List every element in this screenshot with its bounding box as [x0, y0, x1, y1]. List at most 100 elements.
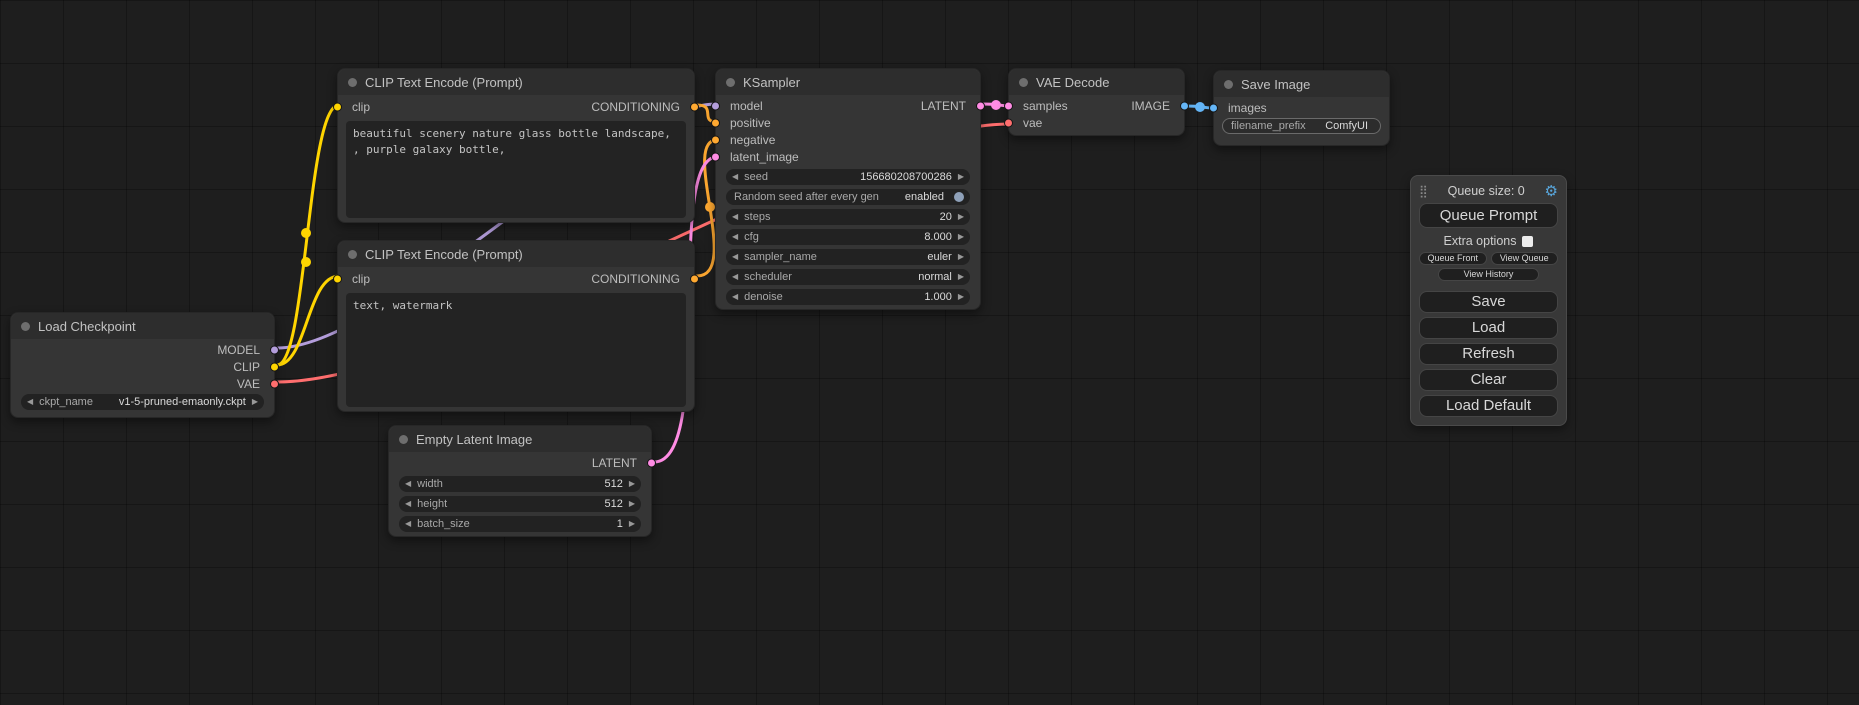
node-graph-canvas[interactable]: Load Checkpoint MODEL CLIP VAE ◀ ckpt_na…: [0, 0, 1859, 705]
save-button[interactable]: Save: [1419, 291, 1558, 313]
node-empty-latent-image[interactable]: Empty Latent Image LATENT ◀ width 512 ▶ …: [388, 425, 652, 537]
node-clip-text-encode-positive[interactable]: CLIP Text Encode (Prompt) clip CONDITION…: [337, 68, 695, 223]
output-port-conditioning[interactable]: [690, 275, 699, 284]
node-header[interactable]: KSampler: [716, 69, 980, 95]
widget-ckpt-name[interactable]: ◀ ckpt_name v1-5-pruned-emaonly.ckpt ▶: [21, 394, 264, 410]
collapse-dot-icon[interactable]: [21, 322, 30, 331]
input-port-positive[interactable]: [711, 118, 720, 127]
link-dot: [705, 202, 715, 212]
output-port-latent[interactable]: [976, 101, 985, 110]
widget-random-seed-toggle[interactable]: Random seed after every gen enabled: [726, 189, 970, 205]
refresh-button[interactable]: Refresh: [1419, 343, 1558, 365]
output-port-clip[interactable]: [270, 362, 279, 371]
collapse-dot-icon[interactable]: [1019, 78, 1028, 87]
output-port-conditioning[interactable]: [690, 103, 699, 112]
node-header[interactable]: CLIP Text Encode (Prompt): [338, 69, 694, 95]
arrow-left-icon[interactable]: ◀: [405, 480, 411, 488]
input-port-images[interactable]: [1209, 103, 1218, 112]
node-title: Load Checkpoint: [38, 319, 136, 334]
node-ksampler[interactable]: KSampler model LATENT positive negative …: [715, 68, 981, 310]
input-port-vae[interactable]: [1004, 118, 1013, 127]
queue-front-button[interactable]: Queue Front: [1419, 252, 1487, 265]
queue-buttons-row: Queue Front View Queue: [1419, 252, 1558, 265]
arrow-left-icon[interactable]: ◀: [732, 293, 738, 301]
arrow-right-icon[interactable]: ▶: [958, 273, 964, 281]
widget-filename-prefix[interactable]: filename_prefix ComfyUI: [1222, 118, 1381, 134]
node-clip-text-encode-negative[interactable]: CLIP Text Encode (Prompt) clip CONDITION…: [337, 240, 695, 412]
widget-sampler-name[interactable]: ◀ sampler_name euler ▶: [726, 249, 970, 265]
output-port-image[interactable]: [1180, 101, 1189, 110]
input-port-samples[interactable]: [1004, 101, 1013, 110]
widget-value: euler: [927, 251, 951, 263]
input-port-latent-image[interactable]: [711, 152, 720, 161]
widget-denoise[interactable]: ◀ denoise 1.000 ▶: [726, 289, 970, 305]
collapse-dot-icon[interactable]: [348, 250, 357, 259]
node-vae-decode[interactable]: VAE Decode samples IMAGE vae: [1008, 68, 1185, 136]
arrow-right-icon[interactable]: ▶: [629, 500, 635, 508]
input-port-negative[interactable]: [711, 135, 720, 144]
input-label-vae: vae: [1023, 116, 1042, 130]
node-header[interactable]: Empty Latent Image: [389, 426, 651, 452]
arrow-right-icon[interactable]: ▶: [958, 233, 964, 241]
clear-button[interactable]: Clear: [1419, 369, 1558, 391]
settings-gear-icon[interactable]: ⚙: [1545, 182, 1558, 200]
drag-handle-icon[interactable]: ⣿: [1419, 184, 1428, 198]
widget-scheduler[interactable]: ◀ scheduler normal ▶: [726, 269, 970, 285]
arrow-right-icon[interactable]: ▶: [958, 253, 964, 261]
widget-label: Random seed after every gen: [734, 191, 879, 203]
arrow-right-icon[interactable]: ▶: [629, 480, 635, 488]
arrow-left-icon[interactable]: ◀: [27, 398, 33, 406]
input-port-model[interactable]: [711, 101, 720, 110]
view-queue-button[interactable]: View Queue: [1491, 252, 1559, 265]
input-label-clip: clip: [352, 272, 370, 286]
widget-seed[interactable]: ◀ seed 156680208700286 ▶: [726, 169, 970, 185]
arrow-right-icon[interactable]: ▶: [958, 173, 964, 181]
port-row-latent-image: latent_image: [716, 148, 980, 165]
output-label-conditioning: CONDITIONING: [591, 272, 680, 286]
widget-batch-size[interactable]: ◀ batch_size 1 ▶: [399, 516, 641, 532]
arrow-left-icon[interactable]: ◀: [732, 273, 738, 281]
queue-prompt-button[interactable]: Queue Prompt: [1419, 203, 1558, 228]
widget-steps[interactable]: ◀ steps 20 ▶: [726, 209, 970, 225]
load-default-button[interactable]: Load Default: [1419, 395, 1558, 417]
arrow-right-icon[interactable]: ▶: [958, 293, 964, 301]
widget-width[interactable]: ◀ width 512 ▶: [399, 476, 641, 492]
node-save-image[interactable]: Save Image images filename_prefix ComfyU…: [1213, 70, 1390, 146]
arrow-left-icon[interactable]: ◀: [732, 213, 738, 221]
arrow-right-icon[interactable]: ▶: [958, 213, 964, 221]
view-history-button[interactable]: View History: [1438, 268, 1538, 281]
arrow-left-icon[interactable]: ◀: [732, 253, 738, 261]
output-row-latent: LATENT: [389, 454, 651, 472]
arrow-left-icon[interactable]: ◀: [732, 173, 738, 181]
node-header[interactable]: Load Checkpoint: [11, 313, 274, 339]
toggle-dot-icon[interactable]: [954, 192, 964, 202]
output-label-model: MODEL: [217, 343, 260, 357]
extra-options-checkbox[interactable]: [1522, 236, 1533, 247]
collapse-dot-icon[interactable]: [726, 78, 735, 87]
output-port-model[interactable]: [270, 345, 279, 354]
load-button[interactable]: Load: [1419, 317, 1558, 339]
input-port-clip[interactable]: [333, 275, 342, 284]
node-load-checkpoint[interactable]: Load Checkpoint MODEL CLIP VAE ◀ ckpt_na…: [10, 312, 275, 418]
arrow-right-icon[interactable]: ▶: [252, 398, 258, 406]
widget-value: enabled: [905, 191, 944, 203]
arrow-right-icon[interactable]: ▶: [629, 520, 635, 528]
prompt-textarea[interactable]: text, watermark: [346, 293, 686, 407]
arrow-left-icon[interactable]: ◀: [405, 500, 411, 508]
output-port-latent[interactable]: [647, 459, 656, 468]
widget-cfg[interactable]: ◀ cfg 8.000 ▶: [726, 229, 970, 245]
node-header[interactable]: VAE Decode: [1009, 69, 1184, 95]
collapse-dot-icon[interactable]: [1224, 80, 1233, 89]
arrow-left-icon[interactable]: ◀: [405, 520, 411, 528]
collapse-dot-icon[interactable]: [348, 78, 357, 87]
prompt-textarea[interactable]: beautiful scenery nature glass bottle la…: [346, 121, 686, 218]
input-port-clip[interactable]: [333, 103, 342, 112]
arrow-left-icon[interactable]: ◀: [732, 233, 738, 241]
collapse-dot-icon[interactable]: [399, 435, 408, 444]
output-port-vae[interactable]: [270, 379, 279, 388]
widget-height[interactable]: ◀ height 512 ▶: [399, 496, 641, 512]
widget-value: v1-5-pruned-emaonly.ckpt: [119, 396, 246, 408]
node-header[interactable]: CLIP Text Encode (Prompt): [338, 241, 694, 267]
node-header[interactable]: Save Image: [1214, 71, 1389, 97]
input-label-images: images: [1228, 101, 1267, 115]
